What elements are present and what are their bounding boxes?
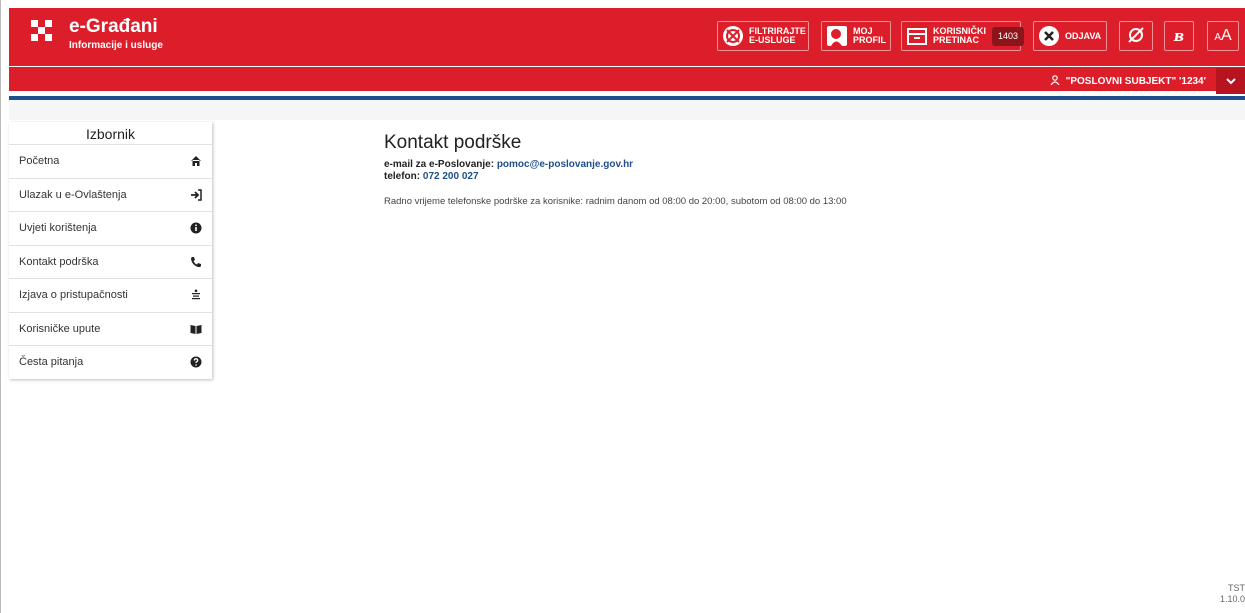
info-circle-icon	[190, 222, 202, 234]
sidebar-item-label: Izjava o pristupačnosti	[19, 289, 128, 302]
email-link[interactable]: pomoc@e-poslovanje.gov.hr	[497, 159, 633, 170]
sidebar-item-label: Uvjeti korištenja	[19, 222, 97, 235]
home-icon	[191, 156, 201, 166]
brand-subtitle: Informacije i usluge	[69, 40, 163, 51]
business-subject-name: "POSLOVNI SUBJEKT" '1234'	[1065, 76, 1206, 87]
accessibility-icon	[192, 289, 200, 300]
contrast-toggle-button[interactable]	[1119, 21, 1153, 51]
support-hours-text: Radno vrijeme telefonske podrške za kori…	[384, 196, 847, 207]
phone-link[interactable]: 072 200 027	[423, 171, 479, 182]
user-inbox-button[interactable]: KORISNIČKI PRETINAC 1403	[901, 21, 1025, 51]
sidebar-item-label: Početna	[19, 155, 60, 168]
sidebar-item-label: Ulazak u e-Ovlaštenja	[19, 188, 127, 201]
filter-services-label-2: E-USLUGE	[749, 35, 796, 45]
question-circle-icon	[190, 356, 202, 368]
version-label: 1.10.0	[1219, 594, 1245, 604]
filter-circle-icon	[722, 25, 744, 47]
sidebar-item-e-ovlastenja[interactable]: Ulazak u e-Ovlaštenja	[9, 177, 212, 212]
main-content: Kontakt podrške e-mail za e-Poslovanje: …	[384, 132, 1224, 207]
text-size-icon: AA	[1214, 26, 1232, 44]
dyslexia-font-button[interactable]: ʙ	[1164, 21, 1194, 51]
sidebar-title: Izbornik	[85, 126, 136, 142]
logo[interactable]	[31, 20, 53, 42]
content-top-strip	[9, 100, 1245, 120]
sidebar-item-user-guides[interactable]: Korisničke upute	[9, 311, 212, 346]
my-profile-button[interactable]: MOJ PROFIL	[821, 21, 891, 51]
my-profile-label-2: PROFIL	[853, 35, 886, 45]
sidebar-item-label: Kontakt podrška	[19, 255, 99, 268]
sidebar-item-label: Česta pitanja	[19, 356, 84, 369]
inbox-icon	[906, 25, 928, 47]
logout-label: ODJAVA	[1065, 30, 1102, 41]
user-icon	[1050, 75, 1060, 88]
sidebar-menu: Izbornik Početna Ulazak u e-Ovlaštenja U…	[9, 122, 212, 379]
email-label: e-mail za e-Poslovanje:	[384, 159, 495, 170]
page-title: Kontakt podrške	[384, 132, 522, 153]
sidebar-item-support[interactable]: Kontakt podrška	[9, 244, 212, 279]
user-bar: "POSLOVNI SUBJEKT" '1234'	[9, 67, 1245, 95]
book-icon	[190, 324, 202, 334]
email-line: e-mail za e-Poslovanje: pomoc@e-poslovan…	[384, 159, 1224, 170]
sidebar-item-accessibility[interactable]: Izjava o pristupačnosti	[9, 278, 212, 312]
eye-slash-icon	[1126, 25, 1146, 47]
logout-button[interactable]: ODJAVA	[1033, 21, 1107, 51]
brand-title[interactable]: e-Građani	[69, 16, 158, 38]
filter-services-button[interactable]: FILTRIRAJTE E-USLUGE	[717, 21, 809, 51]
font-b-icon: ʙ	[1173, 26, 1185, 45]
sidebar-item-label: Korisničke upute	[19, 322, 101, 335]
phone-line: telefon: 072 200 027	[384, 171, 1224, 182]
profile-icon	[826, 25, 848, 47]
page: e-Građani Informacije i usluge FILTRIRAJ…	[0, 0, 1245, 613]
text-size-button[interactable]: AA	[1207, 21, 1239, 51]
phone-icon	[191, 256, 201, 267]
chevron-down-icon	[1226, 72, 1236, 90]
sidebar-item-terms[interactable]: Uvjeti korištenja	[9, 211, 212, 245]
environment-label: TST	[1228, 583, 1245, 593]
phone-label: telefon:	[384, 171, 421, 182]
sidebar-item-home[interactable]: Početna	[9, 144, 212, 178]
header-bar: e-Građani Informacije i usluge FILTRIRAJ…	[9, 8, 1245, 66]
business-subject-label[interactable]: "POSLOVNI SUBJEKT" '1234'	[1050, 75, 1206, 88]
version-info: TST 1.10.0	[1220, 583, 1245, 605]
sidebar-item-faq[interactable]: Česta pitanja	[9, 345, 212, 379]
user-inbox-label-2: PRETINAC	[933, 35, 980, 45]
sign-in-icon	[191, 188, 202, 201]
subject-dropdown-toggle[interactable]	[1216, 68, 1245, 94]
close-circle-icon	[1038, 25, 1060, 47]
inbox-count-badge: 1403	[992, 26, 1025, 46]
top-spacer	[1, 0, 1245, 8]
